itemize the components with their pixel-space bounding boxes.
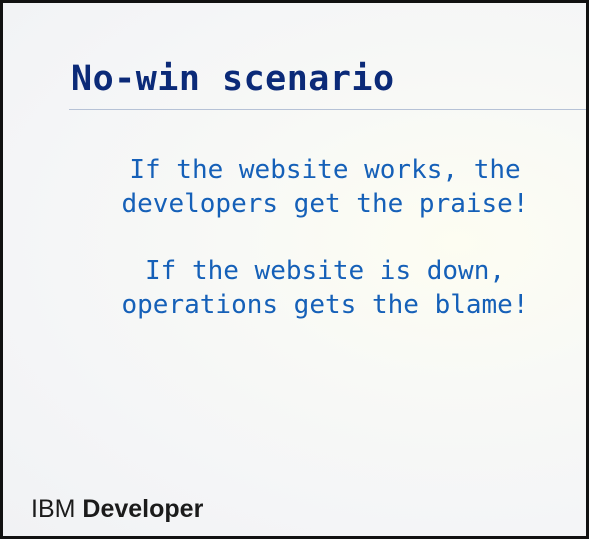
logo-product: Developer: [82, 495, 204, 523]
body-line: operations gets the blame!: [121, 290, 529, 320]
slide-title: No-win scenario: [71, 59, 395, 99]
logo-brand: IBM: [31, 495, 76, 523]
body-line: If the website works, the: [129, 155, 521, 185]
presentation-slide: No-win scenario If the website works, th…: [3, 3, 586, 536]
slide-body: If the website works, the developers get…: [85, 153, 565, 355]
body-line: If the website is down,: [144, 256, 506, 286]
body-paragraph-2: If the website is down, operations gets …: [85, 254, 565, 322]
body-paragraph-1: If the website works, the developers get…: [85, 153, 565, 221]
ibm-developer-logo: IBM Developer: [31, 495, 203, 524]
body-line: developers get the praise!: [121, 189, 529, 219]
title-divider: [69, 109, 586, 110]
